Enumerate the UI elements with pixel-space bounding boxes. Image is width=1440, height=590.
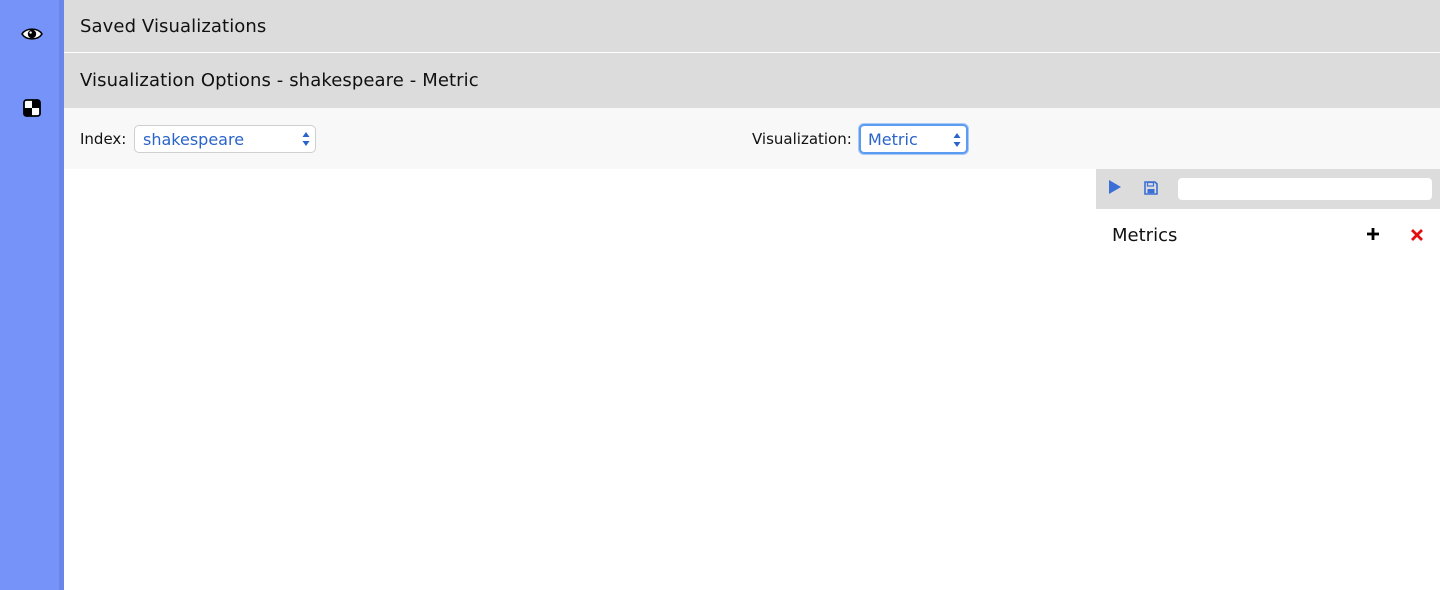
visualization-options-header: Visualization Options - shakespeare - Me… — [64, 53, 1440, 108]
sidebar-item-dashboard[interactable] — [0, 88, 64, 132]
add-metric-button[interactable] — [1364, 226, 1382, 244]
save-button[interactable] — [1140, 179, 1162, 199]
options-row: Index: shakespeare Visualization: Metric — [64, 108, 1440, 169]
visualization-label: Visualization: — [752, 130, 852, 148]
index-label: Index: — [80, 130, 127, 148]
visualization-name-input[interactable] — [1178, 178, 1432, 200]
visualization-select-value: Metric — [868, 129, 918, 149]
panel-toolbar — [1096, 169, 1440, 209]
saved-visualizations-title: Saved Visualizations — [80, 15, 267, 37]
remove-metric-button[interactable] — [1408, 226, 1426, 244]
saved-visualizations-header[interactable]: Saved Visualizations — [64, 0, 1440, 52]
select-arrows-icon — [302, 131, 310, 147]
close-icon — [1411, 226, 1423, 245]
index-select-value: shakespeare — [143, 129, 245, 149]
select-arrows-icon — [953, 132, 961, 148]
sidebar-rail — [0, 0, 64, 590]
visualization-select[interactable]: Metric — [859, 124, 968, 154]
dashboard-icon — [23, 99, 41, 121]
visualization-options-title: Visualization Options - shakespeare - Me… — [80, 70, 479, 91]
index-select[interactable]: shakespeare — [134, 125, 316, 153]
sidebar-item-view[interactable] — [0, 14, 64, 58]
save-icon — [1144, 180, 1158, 199]
plus-icon — [1366, 226, 1380, 245]
run-button[interactable] — [1104, 179, 1126, 199]
play-icon — [1108, 179, 1122, 199]
eye-icon — [21, 26, 43, 46]
metrics-title: Metrics — [1112, 225, 1178, 246]
